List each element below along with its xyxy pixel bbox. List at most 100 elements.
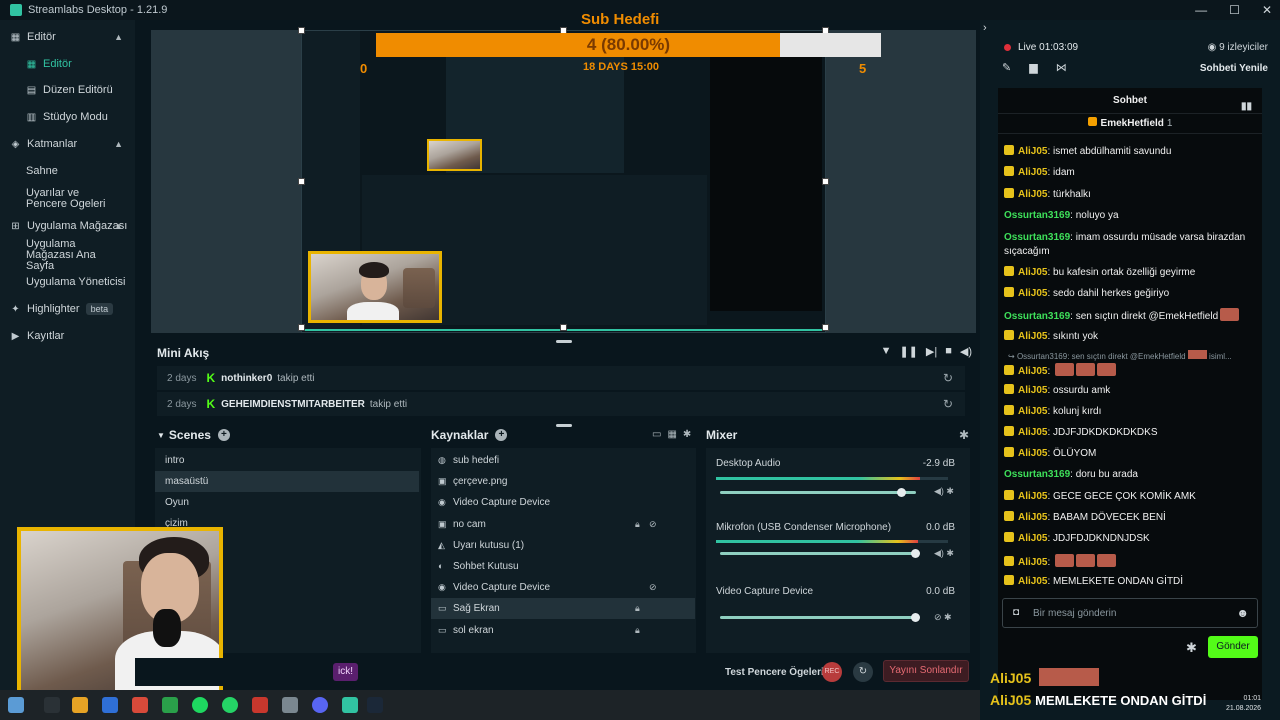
emoji-icon[interactable]: ☻ [1236, 606, 1249, 620]
scene-item[interactable]: intro [155, 450, 419, 471]
resize-handle[interactable] [298, 27, 305, 34]
app-icon[interactable] [162, 697, 178, 713]
add-source-button[interactable]: + [495, 429, 508, 441]
source-item[interactable]: ▣ no cam 🔒︎ ⊘ [431, 514, 695, 535]
whatsapp-icon[interactable] [222, 697, 238, 713]
discord-icon[interactable] [312, 697, 328, 713]
share-icon[interactable]: ⋈ [1056, 61, 1067, 74]
collapse-icon[interactable]: ▼ [157, 431, 165, 440]
chat-username[interactable]: AliJ05 [1018, 427, 1047, 438]
chat-username[interactable]: AliJ05 [1018, 406, 1047, 417]
panel-resize-handle[interactable] [556, 424, 572, 427]
source-item[interactable]: ◉ Video Capture Device ⊘ [431, 577, 695, 598]
test-widgets-button[interactable]: Test Pencere Ögeleri [725, 667, 824, 678]
group-icon[interactable]: ▦ [667, 429, 676, 440]
chat-username[interactable]: AliJ05 [1018, 557, 1047, 568]
chat-username[interactable]: AliJ05 [1018, 366, 1047, 377]
filter-icon[interactable]: ▼ [881, 345, 892, 358]
replay-icon[interactable]: ↻ [943, 371, 953, 385]
sidebar-item-editor[interactable]: ▦ Editör [0, 57, 135, 71]
send-button[interactable]: Gönder [1208, 636, 1258, 658]
chat-username[interactable]: AliJ05 [1018, 512, 1047, 523]
volume-icon[interactable]: ◀) [960, 345, 972, 358]
sidebar-item-scene[interactable]: Sahne [0, 164, 135, 178]
sidebar-item-highlighter[interactable]: ✦ Highlighter beta [0, 302, 135, 316]
sidebar-item-recordings[interactable]: ▶ Kayıtlar [0, 329, 135, 343]
replay-icon[interactable]: ↻ [943, 397, 953, 411]
volume-slider[interactable] [720, 549, 920, 558]
source-item[interactable]: ◐ Sohbet Kutusu [431, 556, 695, 577]
chat-username[interactable]: AliJ05 [1018, 267, 1047, 278]
sidebar-group-editor[interactable]: ▦ Editör ▲ [0, 30, 135, 44]
lock-icon[interactable]: 🔒︎ [635, 514, 640, 535]
source-item[interactable]: ◍ sub hedefi [431, 450, 695, 471]
pause-icon[interactable]: ❚❚ [899, 345, 917, 358]
chat-username[interactable]: Ossurtan3169 [1004, 210, 1070, 221]
preview-area[interactable]: Sub Hedefi 4 (80.00%) 0 5 18 DAYS 15:00 [151, 11, 976, 333]
chat-username[interactable]: AliJ05 [1018, 533, 1047, 544]
refresh-chat-button[interactable]: Sohbeti Yenile [1200, 63, 1268, 74]
sidebar-item-store-home[interactable]: Uygulama Mağazası Ana Sayfa [0, 238, 135, 271]
replay-buffer-button[interactable]: ↻ [853, 662, 873, 682]
collapse-arrow-icon[interactable]: › [983, 22, 987, 34]
spotify-icon[interactable] [192, 697, 208, 713]
sidebar-group-app-store[interactable]: ⊞ Uygulama Mağazası ▲ [0, 219, 135, 233]
resize-handle[interactable] [560, 324, 567, 331]
volume-slider[interactable] [720, 613, 920, 622]
folder-icon[interactable]: ▭ [652, 429, 661, 440]
sidebar-group-layers[interactable]: ◈ Katmanlar ▲ [0, 137, 135, 151]
chat-settings-icon[interactable]: ✱ [1186, 640, 1197, 656]
mixer-settings-icon[interactable]: ✱ [959, 428, 969, 442]
record-button[interactable]: REC [822, 662, 842, 682]
windows-start-icon[interactable] [8, 697, 24, 713]
chat-username[interactable]: AliJ05 [1018, 167, 1047, 178]
chat-username[interactable]: AliJ05 [1018, 491, 1047, 502]
source-item[interactable]: ▭ sol ekran 🔒︎ [431, 620, 695, 641]
source-item[interactable]: ◉ Video Capture Device [431, 492, 695, 513]
skip-icon[interactable]: ▶| [926, 345, 937, 358]
resize-handle[interactable] [298, 324, 305, 331]
chat-username[interactable]: AliJ05 [1018, 448, 1047, 459]
volume-slider[interactable] [720, 488, 916, 497]
steam-icon[interactable] [367, 697, 383, 713]
end-stream-button[interactable]: Yayını Sonlandır [883, 660, 969, 682]
chat-username[interactable]: AliJ05 [1018, 576, 1047, 587]
volume-slider-knob[interactable] [897, 488, 907, 497]
sidebar-item-app-manager[interactable]: Uygulama Yöneticisi [0, 275, 135, 289]
scene-item[interactable]: masaüstü [155, 471, 419, 492]
chat-username[interactable]: AliJ05 [1018, 146, 1047, 157]
mute-icon[interactable]: ⊘ ✱ [934, 612, 952, 623]
chat-username[interactable]: AliJ05 [1018, 385, 1047, 396]
sidebar-item-studio-mode[interactable]: ▥ Stüdyo Modu [0, 110, 135, 124]
chat-username[interactable]: AliJ05 [1018, 331, 1047, 342]
lock-icon[interactable]: 🔒︎ [635, 598, 640, 619]
stream-preview[interactable] [301, 30, 826, 333]
volume-slider-knob[interactable] [911, 613, 920, 622]
resize-handle[interactable] [822, 324, 829, 331]
dashboard-icon[interactable]: ▆ [1029, 61, 1037, 74]
app-icon[interactable] [102, 697, 118, 713]
chat-username[interactable]: AliJ05 [1018, 189, 1047, 200]
mute-icon[interactable]: ◀) ✱ [934, 548, 954, 559]
app-icon[interactable] [252, 697, 268, 713]
add-scene-button[interactable]: + [217, 429, 230, 441]
scene-item[interactable]: Oyun [155, 492, 419, 513]
lock-icon[interactable]: 🔒︎ [635, 620, 640, 641]
volume-slider-knob[interactable] [911, 549, 920, 558]
resize-handle[interactable] [298, 178, 305, 185]
source-item[interactable]: ▭ Sağ Ekran 🔒︎ [431, 598, 695, 619]
sidebar-item-widgets[interactable]: Uyarılar ve Pencere Ogeleri [0, 186, 135, 212]
eye-hidden-icon[interactable]: ⊘ [649, 577, 657, 598]
close-icon[interactable]: ✕ [1262, 3, 1272, 17]
minimize-icon[interactable]: — [1195, 3, 1207, 17]
search-icon[interactable] [44, 697, 60, 713]
sidebar-item-layout-editor[interactable]: ▤ Düzen Editörü [0, 83, 135, 97]
chat-username[interactable]: Ossurtan3169 [1004, 311, 1070, 322]
source-item[interactable]: ▣ çerçeve.png [431, 471, 695, 492]
mute-icon[interactable]: ◀) ✱ [934, 486, 954, 497]
source-item[interactable]: ◭ Uyarı kutusu (1) [431, 535, 695, 556]
streamlabs-icon[interactable] [342, 697, 358, 713]
edit-icon[interactable]: ✎ [1002, 61, 1011, 74]
settings-icon[interactable]: ✱ [683, 429, 691, 440]
mute-alerts-icon[interactable]: ■ [945, 345, 952, 358]
